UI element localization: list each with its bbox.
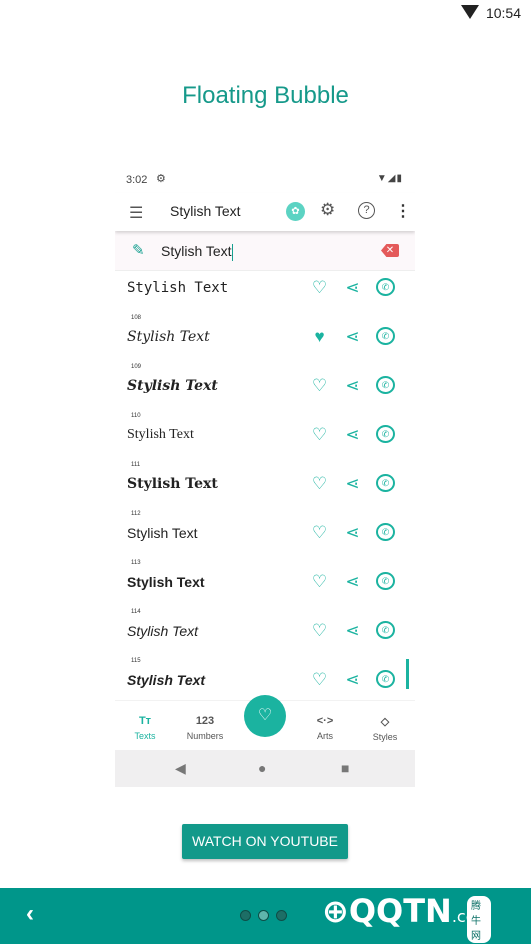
- tab-arts[interactable]: <·> Arts: [295, 715, 355, 741]
- wifi-icon: [461, 5, 479, 19]
- settings-icon[interactable]: ⚙: [320, 200, 335, 220]
- share-icon[interactable]: ⋖: [343, 572, 362, 592]
- styled-text[interactable]: Stylish Text: [127, 476, 218, 492]
- page-indicator: [240, 910, 287, 921]
- share-icon[interactable]: ⋖: [343, 670, 362, 690]
- input-value[interactable]: Stylish Text: [161, 243, 232, 259]
- heart-filled-icon[interactable]: ♥: [310, 327, 329, 347]
- system-nav: ◀ ● ■: [115, 750, 415, 787]
- status-bar: 10:54: [0, 0, 531, 26]
- share-icon[interactable]: ⋖: [343, 621, 362, 641]
- whatsapp-icon[interactable]: ✆: [376, 621, 395, 639]
- toolbar: ☰ Stylish Text ✿ ⚙ ? ⋮: [115, 193, 415, 231]
- style-list: Stylish Text ♡ ⋖ ✆ 108 Stylish Text ♥ ⋖ ✆ 109 St…: [115, 271, 415, 701]
- more-icon[interactable]: ⋮: [395, 201, 411, 221]
- watch-on-youtube-button[interactable]: WATCH ON YOUTUBE: [182, 824, 348, 859]
- status-time: 10:54: [485, 5, 521, 21]
- clear-icon[interactable]: ✕: [381, 244, 399, 257]
- chevron-left-icon[interactable]: ‹: [26, 900, 34, 928]
- list-item[interactable]: 111 Stylish Text ♡ ⋖ ✆: [115, 456, 415, 505]
- whatsapp-icon[interactable]: ✆: [376, 670, 395, 688]
- list-item[interactable]: 112 Stylish Text ♡ ⋖ ✆: [115, 505, 415, 554]
- share-icon[interactable]: ⋖: [343, 327, 362, 347]
- whatsapp-icon[interactable]: ✆: [376, 572, 395, 590]
- style-number: 112: [131, 511, 141, 517]
- list-item[interactable]: Stylish Text ♡ ⋖ ✆: [115, 271, 415, 309]
- share-icon[interactable]: ⋖: [343, 474, 362, 494]
- list-item[interactable]: 110 Stylish Text ♡ ⋖ ✆: [115, 407, 415, 456]
- tab-styles[interactable]: ◇ Styles: [355, 715, 415, 742]
- style-number: 115: [131, 658, 141, 664]
- styled-text[interactable]: Stylish Text: [127, 672, 205, 688]
- heart-icon[interactable]: ♡: [310, 670, 329, 690]
- styled-text[interactable]: Stylish Text: [127, 574, 205, 590]
- styled-text[interactable]: Stylish Text: [127, 623, 198, 639]
- styled-text[interactable]: Stylish Text: [127, 378, 218, 394]
- styled-text[interactable]: Stylish Text: [127, 329, 210, 345]
- style-number: 108: [131, 315, 142, 321]
- heart-icon[interactable]: ♡: [310, 621, 329, 641]
- text-input[interactable]: ✎ Stylish Text ✕: [115, 231, 415, 271]
- heart-icon[interactable]: ♡: [310, 474, 329, 494]
- heart-icon[interactable]: ♡: [310, 376, 329, 396]
- list-item[interactable]: 109 Stylish Text ♡ ⋖ ✆: [115, 358, 415, 407]
- list-item[interactable]: 113 Stylish Text ♡ ⋖ ✆: [115, 554, 415, 603]
- style-number: 114: [131, 609, 141, 615]
- heart-icon[interactable]: ♡: [310, 572, 329, 592]
- whatsapp-icon[interactable]: ✆: [376, 523, 395, 541]
- help-icon[interactable]: ?: [358, 202, 375, 219]
- heart-icon[interactable]: ♡: [310, 425, 329, 445]
- bubble-icon[interactable]: ✿: [286, 202, 305, 221]
- tab-texts[interactable]: Tт Texts: [115, 715, 175, 741]
- styled-text[interactable]: Stylish Text: [127, 280, 228, 296]
- tab-numbers[interactable]: 123 Numbers: [175, 715, 235, 741]
- list-item[interactable]: 114 Stylish Text ♡ ⋖ ✆: [115, 603, 415, 652]
- style-number: 109: [131, 364, 142, 370]
- whatsapp-icon[interactable]: ✆: [376, 327, 395, 345]
- styled-text[interactable]: Stylish Text: [127, 525, 198, 541]
- whatsapp-icon[interactable]: ✆: [376, 474, 395, 492]
- menu-icon[interactable]: ☰: [129, 203, 143, 223]
- app-title: Stylish Text: [170, 203, 241, 219]
- heart-icon[interactable]: ♡: [310, 278, 329, 298]
- style-number: 113: [131, 560, 141, 566]
- whatsapp-icon[interactable]: ✆: [376, 376, 395, 394]
- phone-time: 3:02: [126, 174, 148, 186]
- watermark-logo: ⊕QQTN.com腾牛网: [322, 892, 492, 943]
- heart-icon[interactable]: ♡: [310, 523, 329, 543]
- gear-icon: ⚙: [156, 173, 166, 185]
- style-number: 110: [131, 413, 141, 419]
- back-icon[interactable]: ◀: [175, 760, 186, 777]
- favorites-fab[interactable]: ♡: [244, 695, 286, 737]
- signal-battery-icon: ▼◢▮: [376, 173, 403, 184]
- phone-screenshot: 3:02 ⚙ ▼◢▮ ☰ Stylish Text ✿ ⚙ ? ⋮ ✎ Styl…: [115, 165, 415, 787]
- share-icon[interactable]: ⋖: [343, 425, 362, 445]
- whatsapp-icon[interactable]: ✆: [376, 278, 395, 296]
- share-icon[interactable]: ⋖: [343, 278, 362, 298]
- bottom-bar: ‹ ⊕QQTN.com腾牛网: [0, 888, 531, 944]
- home-icon[interactable]: ●: [258, 760, 266, 776]
- page-title: Floating Bubble: [182, 82, 349, 109]
- styled-text[interactable]: Stylish Text: [127, 427, 194, 443]
- share-icon[interactable]: ⋖: [343, 376, 362, 396]
- share-icon[interactable]: ⋖: [343, 523, 362, 543]
- recents-icon[interactable]: ■: [341, 760, 349, 776]
- pencil-icon: ✎: [132, 242, 145, 259]
- list-item[interactable]: 108 Stylish Text ♥ ⋖ ✆: [115, 309, 415, 358]
- style-number: 111: [131, 462, 141, 468]
- scrollbar[interactable]: [406, 659, 409, 689]
- whatsapp-icon[interactable]: ✆: [376, 425, 395, 443]
- list-item[interactable]: 115 Stylish Text ♡ ⋖ ✆: [115, 652, 415, 701]
- phone-status-bar: 3:02 ⚙ ▼◢▮: [115, 165, 415, 193]
